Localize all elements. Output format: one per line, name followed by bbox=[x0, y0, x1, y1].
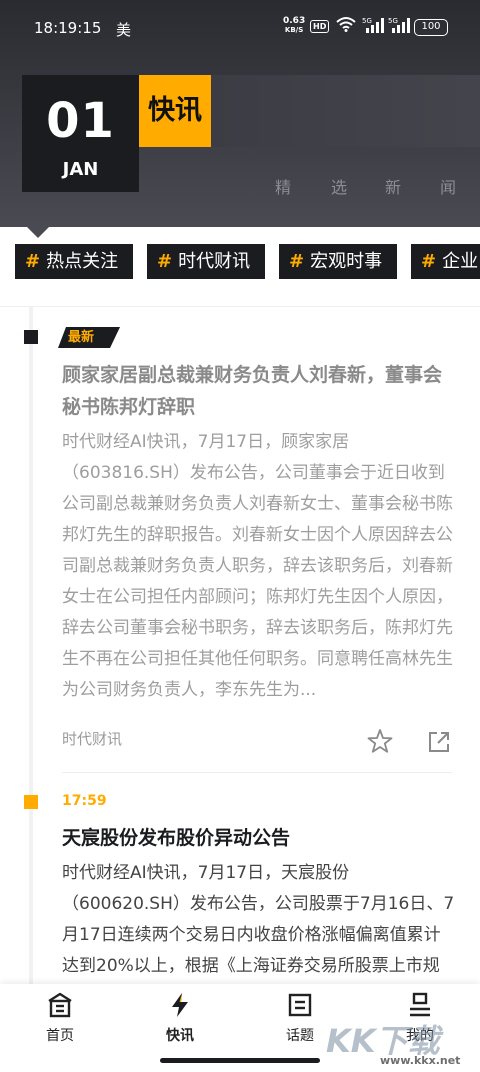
net-speed: 0.63 KB/S bbox=[283, 17, 305, 35]
topic-icon bbox=[288, 993, 312, 1017]
hd-icon: HD bbox=[310, 20, 330, 33]
article-time: 17:59 bbox=[62, 793, 107, 809]
tag-enterprise[interactable]: # 企业 bbox=[411, 244, 480, 279]
brand-strip bbox=[211, 75, 480, 147]
signal-icon-2: 5G bbox=[388, 17, 410, 33]
subtitle-char: 新 bbox=[385, 178, 402, 197]
header-pointer bbox=[27, 227, 49, 238]
status-bar: 18:19:15 美 0.63 KB/S HD 5G 5G 100 bbox=[0, 0, 480, 56]
star-icon[interactable] bbox=[367, 728, 393, 754]
divider bbox=[0, 306, 480, 307]
watermark-url: www.kkx.net bbox=[380, 1054, 461, 1067]
hash-icon: # bbox=[421, 251, 437, 272]
timeline-marker bbox=[24, 330, 38, 344]
tag-macro-news[interactable]: # 宏观时事 bbox=[279, 244, 397, 279]
home-icon bbox=[48, 992, 72, 1018]
status-time: 18:19:15 bbox=[34, 19, 102, 37]
nav-home[interactable]: 首页 bbox=[0, 984, 120, 1046]
subtitle-char: 精 bbox=[275, 178, 292, 197]
svg-text:5G: 5G bbox=[362, 17, 372, 25]
article-title[interactable]: 顾家家居副总裁兼财务负责人刘春新，董事会秘书陈邦灯辞职 bbox=[62, 359, 452, 423]
net-speed-unit: KB/S bbox=[284, 26, 304, 34]
hash-icon: # bbox=[289, 251, 305, 272]
divider bbox=[62, 772, 452, 773]
article-source: 时代财讯 bbox=[62, 730, 123, 748]
nav-flash[interactable]: 快讯 bbox=[120, 984, 240, 1046]
timeline-line bbox=[29, 307, 33, 987]
watermark: KK下载 www.kkx.net bbox=[326, 1008, 476, 1070]
date-month: JAN bbox=[62, 159, 99, 180]
date-box: 01 JAN bbox=[22, 75, 139, 192]
tag-bar: # 热点关注 # 时代财讯 # 宏观时事 # 企业 bbox=[0, 238, 480, 288]
hash-icon: # bbox=[157, 251, 173, 272]
article-body[interactable]: 时代财经AI快讯，7月17日，顾家家居（603816.SH）发布公告，公司董事会… bbox=[62, 427, 456, 706]
article-title[interactable]: 天宸股份发布股价异动公告 bbox=[62, 822, 452, 854]
tag-label: 热点关注 bbox=[46, 251, 119, 272]
nav-label: 首页 bbox=[46, 1028, 74, 1044]
signal-icon: 5G bbox=[362, 17, 384, 33]
nav-label: 快讯 bbox=[166, 1028, 194, 1044]
share-icon[interactable] bbox=[427, 730, 451, 754]
tag-label: 企业 bbox=[442, 251, 479, 272]
tag-hot-topics[interactable]: # 热点关注 bbox=[15, 244, 133, 279]
subtitle-char: 选 bbox=[331, 178, 348, 197]
subtitle-char: 闻 bbox=[440, 178, 457, 197]
svg-text:5G: 5G bbox=[388, 17, 398, 25]
article-body[interactable]: 时代财经AI快讯，7月17日，天宸股份（600620.SH）发布公告，公司股票于… bbox=[62, 858, 456, 984]
header: 18:19:15 美 0.63 KB/S HD 5G 5G 100 01 JAN… bbox=[0, 0, 480, 227]
home-indicator[interactable] bbox=[160, 1058, 320, 1063]
tag-label: 宏观时事 bbox=[310, 251, 383, 272]
date-day: 01 bbox=[46, 93, 115, 149]
wifi-icon bbox=[336, 17, 356, 32]
brand-title: 快讯 bbox=[139, 75, 211, 147]
battery-icon: 100 bbox=[414, 19, 448, 36]
latest-badge: 最新 bbox=[58, 327, 120, 348]
lightning-icon bbox=[172, 993, 188, 1017]
tag-label: 时代财讯 bbox=[178, 251, 251, 272]
hash-icon: # bbox=[25, 251, 41, 272]
net-speed-value: 0.63 bbox=[283, 16, 306, 26]
status-carrier: 美 bbox=[116, 21, 132, 39]
tag-times-finance[interactable]: # 时代财讯 bbox=[147, 244, 265, 279]
timeline-marker bbox=[24, 795, 38, 809]
